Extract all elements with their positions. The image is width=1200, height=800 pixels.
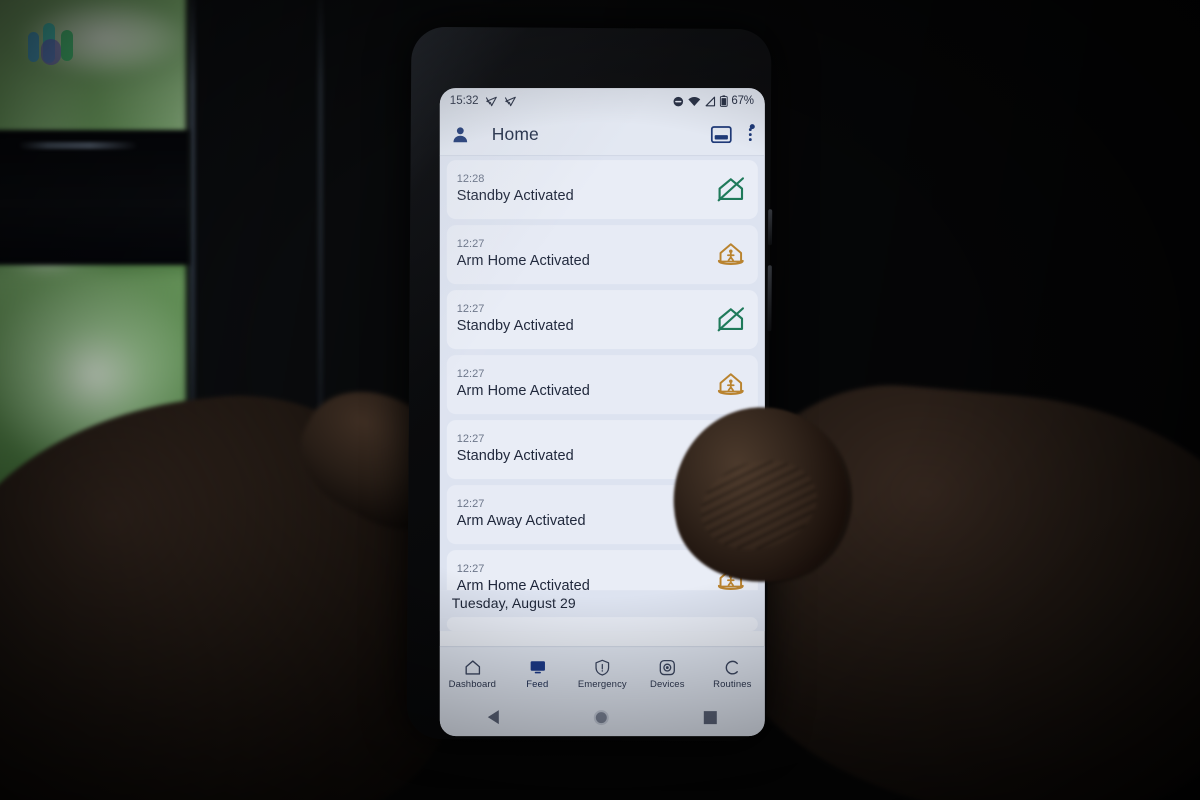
status-bar-right: 67% (672, 95, 754, 108)
feed-item-title: Arm Home Activated (456, 578, 590, 591)
feed-item-title: Arm Home Activated (456, 383, 590, 400)
nav-item-feed[interactable]: Feed (505, 659, 569, 690)
battery-percent-label: 67% (731, 95, 754, 108)
feed-next-card-partial[interactable] (439, 617, 765, 632)
notification-muted-icon (485, 96, 498, 107)
feed-item-text: 12:27 Arm Home Activated (457, 368, 714, 399)
camera-icon (659, 659, 675, 675)
phone-side-button-volume[interactable] (767, 209, 773, 246)
more-vertical-icon[interactable] (748, 124, 755, 144)
android-system-nav (439, 698, 765, 737)
status-bar: 15:32 67% (439, 88, 765, 115)
monitor-filled-icon (530, 660, 545, 673)
feed-item[interactable]: 12:28 Standby Activated (446, 160, 758, 220)
feed-item[interactable]: 12:27 Arm Home Activated (446, 355, 758, 415)
notification-muted-icon (504, 96, 517, 107)
arm-home-house-icon (714, 237, 748, 271)
feed-item[interactable]: 12:27 Arm Home Activated (446, 225, 758, 285)
feed-item[interactable]: 12:27 Standby Activated (446, 290, 758, 350)
phone-screen: 15:32 67% Home 12:28 Standby Activated 1… (439, 88, 765, 737)
dnd-icon (672, 96, 683, 107)
feed-item-partial[interactable] (446, 617, 758, 632)
arm-home-house-icon (714, 367, 748, 401)
phone-side-button-power[interactable] (767, 265, 772, 332)
nav-item-devices[interactable]: Devices (635, 659, 699, 690)
feed-item-time: 12:27 (456, 303, 485, 316)
notification-badge-dot (749, 124, 755, 130)
recents-square-icon[interactable] (704, 710, 718, 724)
nav-label: Routines (713, 678, 752, 690)
feed-item-time: 12:28 (456, 173, 485, 186)
standby-house-icon (714, 302, 748, 336)
feed-item-text: 12:27 Arm Home Activated (457, 238, 714, 269)
feed-item-text: 12:28 Standby Activated (457, 173, 714, 204)
nav-item-dashboard[interactable]: Dashboard (440, 659, 504, 690)
smartphone-device: 15:32 67% Home 12:28 Standby Activated 1… (406, 26, 773, 742)
bottom-navigation-bar: Dashboard Feed Emergency Devices Routine… (439, 646, 765, 699)
logo-bar-green (61, 30, 73, 61)
window-blind (0, 130, 190, 265)
feed-item-title: Standby Activated (456, 318, 574, 335)
nav-label: Emergency (577, 678, 627, 690)
nav-label: Devices (650, 678, 685, 690)
page-title: Home (491, 124, 539, 145)
feed-date-divider: Tuesday, August 29 (439, 590, 765, 618)
brand-watermark-logo (27, 22, 79, 65)
nav-item-routines[interactable]: Routines (700, 659, 764, 690)
home-outline-icon (465, 659, 480, 675)
feed-item-time: 12:27 (456, 433, 485, 446)
feed-item-title: Arm Home Activated (456, 253, 590, 270)
feed-item-text: 12:27 Standby Activated (457, 433, 714, 464)
feed-item-time: 12:27 (456, 238, 485, 251)
feed-item-title: Standby Activated (456, 448, 574, 465)
feed-item-title: Standby Activated (456, 188, 574, 205)
status-bar-left: 15:32 (450, 95, 517, 107)
routines-c-icon (725, 660, 738, 674)
status-bar-clock: 15:32 (449, 95, 479, 108)
home-circle-icon[interactable] (593, 709, 609, 725)
feed-item-time: 12:27 (456, 368, 485, 381)
feed-item-text: 12:27 Arm Home Activated (457, 563, 714, 590)
shield-icon (595, 659, 610, 676)
person-icon[interactable] (451, 125, 470, 144)
wifi-icon (687, 96, 700, 107)
standby-house-icon (714, 172, 748, 206)
logo-bar-blue (28, 32, 39, 62)
signal-icon (704, 96, 715, 107)
feed-item-text: 12:27 Standby Activated (457, 303, 714, 334)
card-view-icon[interactable] (710, 126, 732, 144)
nav-label: Feed (526, 678, 549, 690)
nav-label: Dashboard (448, 678, 496, 690)
app-header: Home (439, 114, 765, 157)
window-blind-handle (18, 142, 138, 149)
back-triangle-icon[interactable] (487, 710, 499, 725)
battery-icon (719, 95, 728, 107)
logo-circle-purple (41, 39, 61, 65)
feed-item-time: 12:27 (456, 563, 485, 576)
nav-item-emergency[interactable]: Emergency (570, 659, 634, 690)
